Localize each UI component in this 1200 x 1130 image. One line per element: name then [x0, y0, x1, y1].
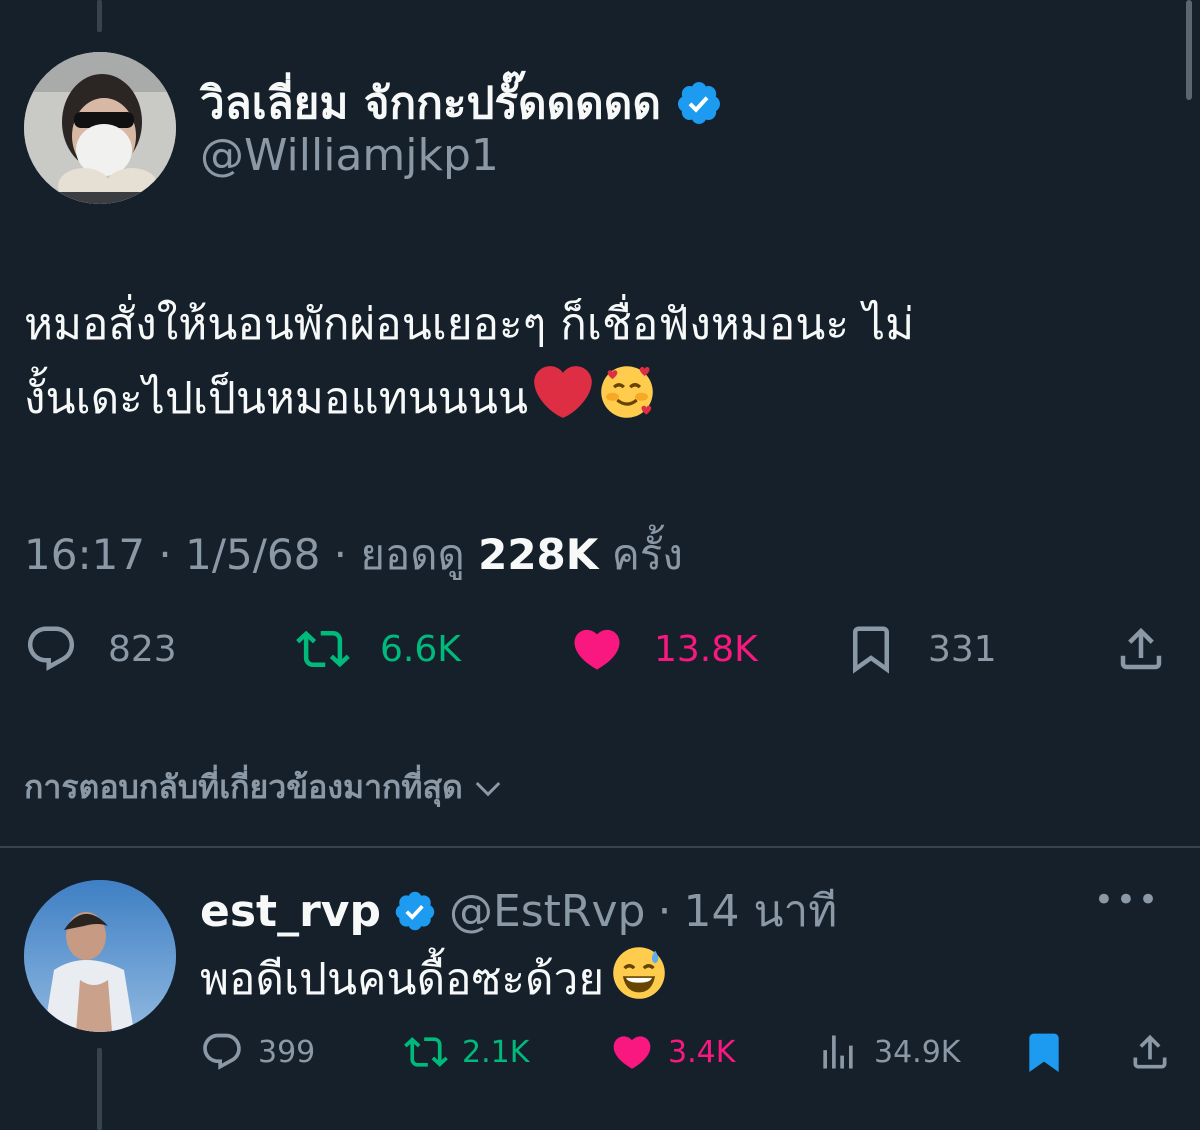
- views-icon: [823, 1035, 853, 1069]
- views-count[interactable]: 228K: [478, 530, 598, 579]
- reply-action-bar: 399 2.1K 3.4K 34.9K: [200, 1030, 1175, 1082]
- reply-display-name[interactable]: est_rvp: [200, 886, 381, 937]
- retweet-icon: [296, 630, 350, 668]
- divider: [0, 846, 1200, 848]
- reply-separator: ·: [657, 885, 672, 937]
- share-button[interactable]: [1114, 622, 1168, 676]
- retweet-button[interactable]: 6.6K: [296, 622, 461, 676]
- like-heart-icon: [613, 1036, 651, 1069]
- reply-like-count: 3.4K: [668, 1034, 736, 1070]
- replies-sort-dropdown[interactable]: การตอบกลับที่เกี่ยวข้องมากที่สุด: [24, 762, 503, 813]
- chevron-down-icon: [475, 781, 501, 796]
- tweet-text: หมอสั่งให้นอนพักผ่อนเยอะๆ ก็เชื่อฟังหมอน…: [24, 288, 1174, 436]
- more-icon[interactable]: •••: [1094, 880, 1160, 920]
- reply-reply-count: 399: [258, 1034, 316, 1070]
- reply-views-button[interactable]: 34.9K: [816, 1030, 960, 1074]
- reply-reply-button[interactable]: 399: [200, 1030, 315, 1074]
- like-heart-icon: [574, 629, 620, 670]
- reply-bookmark-button[interactable]: [1022, 1030, 1066, 1074]
- reply-retweet-count: 2.1K: [462, 1034, 530, 1070]
- author-avatar[interactable]: [24, 52, 176, 204]
- reply-time[interactable]: 14 นาที: [683, 876, 837, 946]
- reply-body: พอดีเปนคนดื้อซะด้วย: [200, 954, 605, 1005]
- bookmark-icon: [1029, 1033, 1059, 1073]
- tweet-date[interactable]: 1/5/68: [185, 530, 320, 579]
- reply-views-count: 34.9K: [874, 1034, 961, 1070]
- author-name-row[interactable]: วิลเลี่ยม จักกะปรั๊ดดดดด: [200, 68, 723, 138]
- share-icon: [1133, 1034, 1167, 1069]
- grinning-sweat-emoji: [613, 947, 665, 999]
- reply-handle[interactable]: @EstRvp: [449, 886, 646, 937]
- tweet-meta: 16:17 · 1/5/68 · ยอดดู 228K ครั้ง: [24, 530, 683, 579]
- thread-line: [97, 0, 102, 32]
- author-handle[interactable]: @Williamjkp1: [200, 130, 499, 181]
- retweet-count: 6.6K: [380, 628, 461, 670]
- tweet-body: หมอสั่งให้นอนพักผ่อนเยอะๆ ก็เชื่อฟังหมอน…: [24, 299, 915, 424]
- tweet-action-bar: 823 6.6K 13.8K 331: [24, 622, 1174, 688]
- bookmark-count: 331: [928, 628, 997, 670]
- reply-icon: [203, 1033, 241, 1070]
- bookmark-icon: [853, 626, 889, 674]
- replies-sort-label: การตอบกลับที่เกี่ยวข้องมากที่สุด: [24, 768, 463, 806]
- reply-retweet-button[interactable]: 2.1K: [404, 1030, 529, 1074]
- smiling-face-with-hearts-emoji: [601, 366, 653, 418]
- thread-line: [97, 1048, 102, 1130]
- like-button[interactable]: 13.8K: [570, 622, 758, 676]
- reply-share-button[interactable]: [1128, 1030, 1172, 1074]
- bookmark-button[interactable]: 331: [844, 622, 997, 676]
- views-unit: ครั้ง: [611, 530, 683, 579]
- reply-icon: [27, 626, 75, 671]
- reply-button[interactable]: 823: [24, 622, 177, 676]
- reply-count: 823: [108, 628, 177, 670]
- like-count: 13.8K: [654, 628, 758, 670]
- reply-author-avatar[interactable]: [24, 880, 176, 1032]
- reply-text: พอดีเปนคนดื้อซะด้วย: [200, 944, 668, 1014]
- views-label: ยอดดู: [360, 530, 465, 579]
- retweet-icon: [404, 1037, 448, 1067]
- share-icon: [1120, 627, 1162, 670]
- scrollbar[interactable]: [1186, 0, 1192, 100]
- author-display-name[interactable]: วิลเลี่ยม จักกะปรั๊ดดดดด: [200, 68, 661, 138]
- verified-badge-icon: [677, 82, 720, 124]
- reply-like-button[interactable]: 3.4K: [610, 1030, 735, 1074]
- verified-badge-icon: [395, 891, 435, 931]
- reply-header: est_rvp @EstRvp · 14 นาที: [200, 876, 837, 946]
- red-heart-emoji: [534, 366, 592, 418]
- tweet-time[interactable]: 16:17: [24, 530, 145, 579]
